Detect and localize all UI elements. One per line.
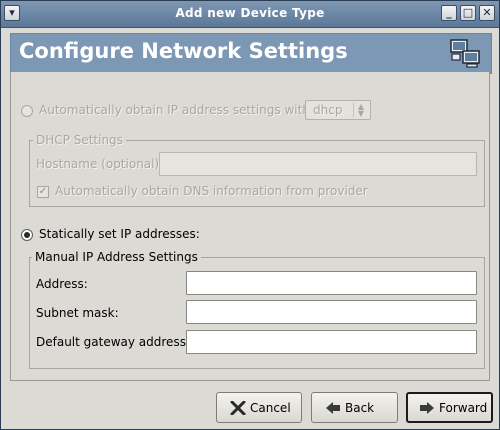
window-title: Add new Device Type (175, 6, 325, 20)
address-input-field[interactable] (187, 272, 476, 294)
network-computer-icon (450, 39, 480, 68)
address-label: Address: (36, 277, 88, 291)
address-input[interactable] (186, 271, 477, 295)
subnet-mask-input[interactable] (186, 300, 477, 324)
back-arrow-icon (326, 402, 340, 414)
static-ip-radio[interactable] (21, 229, 33, 241)
page-title: Configure Network Settings (19, 39, 348, 63)
static-ip-label: Statically set IP addresses: (39, 227, 200, 241)
gateway-label: Default gateway address: (36, 335, 190, 349)
forward-button-label: Forward (439, 401, 488, 415)
hostname-input-field[interactable] (160, 153, 476, 175)
page-header: Configure Network Settings (10, 33, 492, 74)
back-button-label: Back (345, 401, 375, 415)
subnet-mask-label: Subnet mask: (36, 306, 119, 320)
cancel-button-label: Cancel (250, 401, 291, 415)
forward-button[interactable]: Forward (406, 392, 493, 423)
protocol-select[interactable]: dhcp ▲ ▼ (305, 100, 371, 120)
maximize-button[interactable]: □ (460, 5, 476, 21)
gateway-input[interactable] (186, 330, 477, 354)
close-button[interactable]: ✕ (479, 5, 495, 21)
protocol-select-value: dhcp (313, 103, 343, 117)
gateway-input-field[interactable] (187, 331, 476, 353)
back-button[interactable]: Back (311, 392, 398, 423)
dialog-window: ▾ Add new Device Type _ □ ✕ Configure Ne… (0, 0, 500, 430)
hostname-input[interactable] (159, 152, 477, 176)
forward-arrow-icon (420, 402, 434, 414)
subnet-mask-input-field[interactable] (187, 301, 476, 323)
radio-selected-dot (24, 232, 30, 238)
auto-ip-radio[interactable] (21, 105, 33, 117)
cancel-x-icon (230, 401, 246, 415)
minimize-button[interactable]: _ (441, 5, 457, 21)
manual-ip-title: Manual IP Address Settings (32, 250, 201, 264)
title-bar[interactable]: ▾ Add new Device Type _ □ ✕ (1, 1, 499, 28)
spin-arrows-icon: ▲ ▼ (353, 103, 368, 118)
hostname-label: Hostname (optional): (36, 157, 164, 171)
dhcp-settings-title: DHCP Settings (33, 133, 126, 147)
dns-checkbox-label: Automatically obtain DNS information fro… (55, 184, 368, 198)
cancel-button[interactable]: Cancel (216, 392, 302, 423)
dns-checkbox[interactable]: ✓ (37, 186, 49, 198)
auto-ip-label: Automatically obtain IP address settings… (39, 103, 314, 117)
